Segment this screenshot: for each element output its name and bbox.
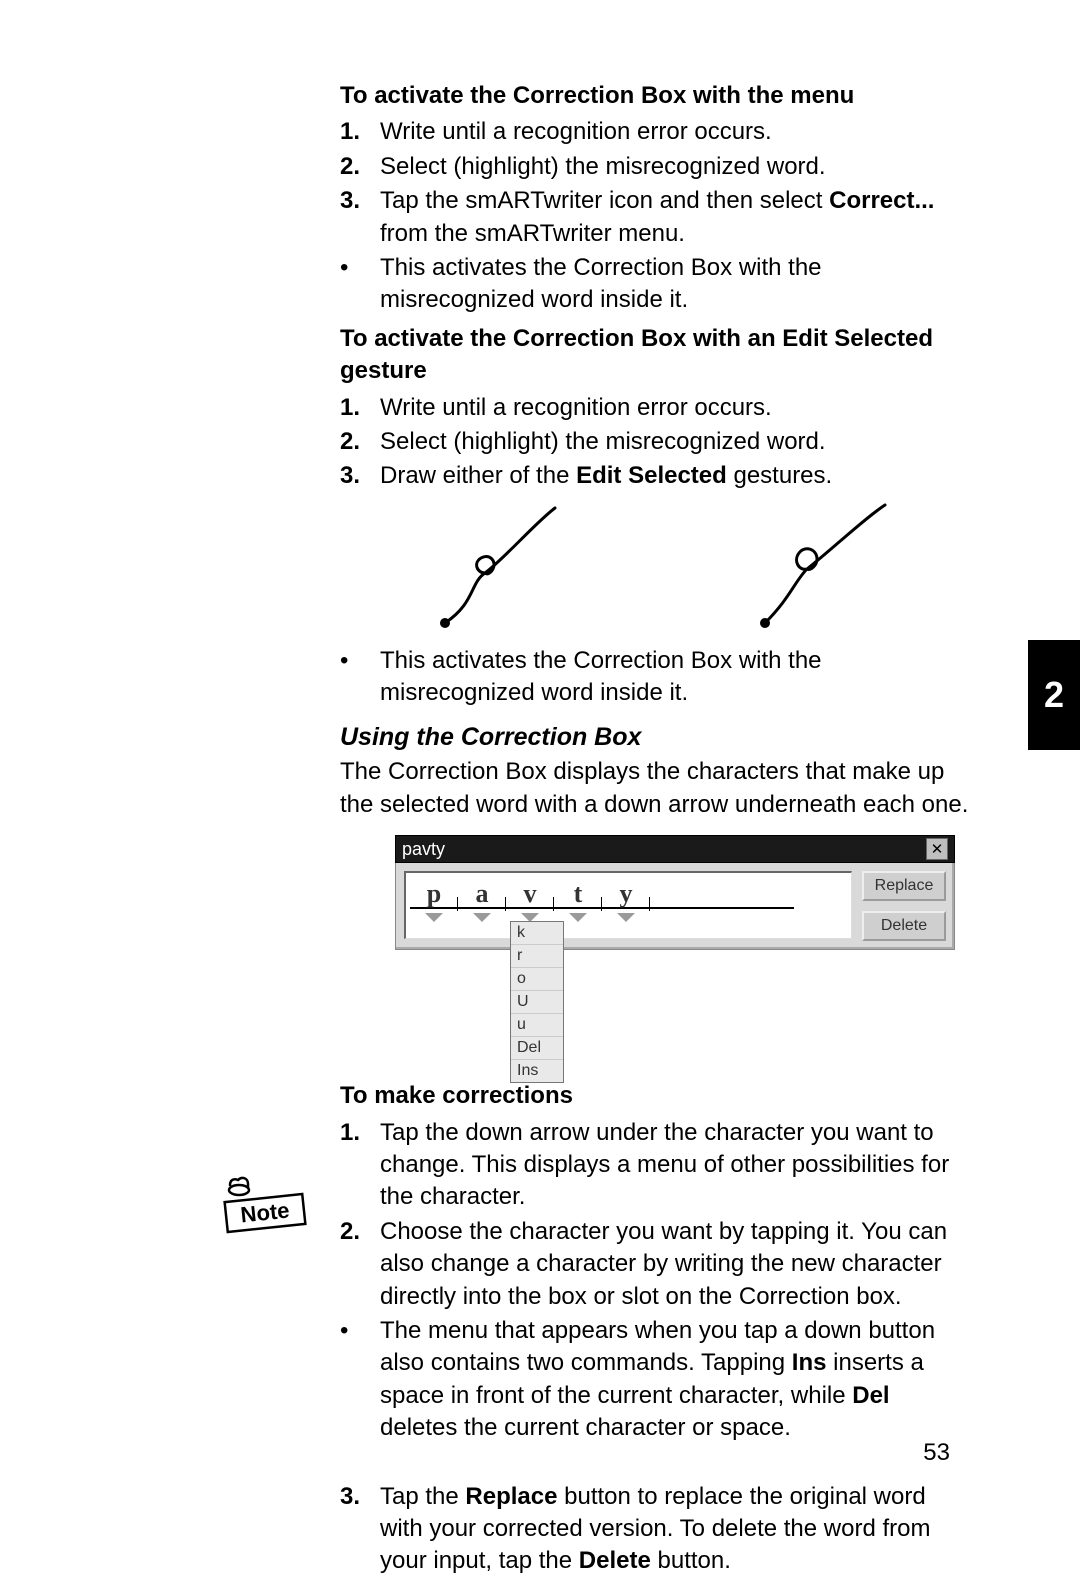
bullet-marker: • bbox=[340, 1315, 380, 1445]
step-text: Draw either of the Edit Selected gesture… bbox=[380, 460, 970, 492]
ordered-list-make-corrections: 1.Tap the down arrow under the character… bbox=[340, 1117, 970, 1445]
bullet-text: This activates the Correction Box with t… bbox=[380, 645, 970, 710]
char-slot[interactable]: t bbox=[554, 879, 602, 922]
step-text: Select (highlight) the misrecognized wor… bbox=[380, 151, 970, 183]
char-slot[interactable]: a bbox=[458, 879, 506, 922]
note-label-text: Note bbox=[239, 1198, 290, 1228]
char-letter: a bbox=[458, 879, 506, 909]
dropdown-option[interactable]: r bbox=[511, 945, 563, 968]
dropdown-option-del[interactable]: Del bbox=[511, 1037, 563, 1060]
list-marker: 3. bbox=[340, 185, 380, 250]
text-fragment: Tap the bbox=[380, 1483, 465, 1510]
char-letter: v bbox=[506, 879, 554, 909]
bullet-after-gesture: •This activates the Correction Box with … bbox=[340, 645, 970, 710]
close-icon[interactable]: ✕ bbox=[926, 838, 948, 860]
note-icon: Note bbox=[220, 1170, 310, 1240]
char-slot-empty[interactable] bbox=[746, 879, 794, 922]
bullet-marker: • bbox=[340, 645, 380, 710]
text-fragment: deletes the current character or space. bbox=[380, 1414, 791, 1441]
dropdown-option-ins[interactable]: Ins bbox=[511, 1060, 563, 1082]
character-area: p a v t bbox=[404, 871, 852, 939]
chevron-down-icon[interactable] bbox=[569, 913, 587, 922]
dropdown-option[interactable]: k bbox=[511, 922, 563, 945]
replace-button[interactable]: Replace bbox=[862, 871, 946, 901]
delete-button[interactable]: Delete bbox=[862, 911, 946, 941]
heading-activate-menu: To activate the Correction Box with the … bbox=[340, 80, 970, 112]
list-marker: 1. bbox=[340, 116, 380, 148]
char-slot-empty[interactable] bbox=[650, 879, 698, 922]
chevron-down-icon[interactable] bbox=[617, 913, 635, 922]
text-fragment: Draw either of the bbox=[380, 462, 576, 489]
bold-ins: Ins bbox=[792, 1349, 827, 1376]
text-fragment: button. bbox=[651, 1547, 731, 1574]
note-text: The menu that appears when you tap a dow… bbox=[380, 1315, 970, 1445]
list-marker: 1. bbox=[340, 392, 380, 424]
ordered-list-step3: 3. Tap the Replace button to replace the… bbox=[340, 1481, 970, 1578]
list-marker: 2. bbox=[340, 151, 380, 183]
dropdown-option[interactable]: U bbox=[511, 991, 563, 1014]
list-marker: 2. bbox=[340, 1216, 380, 1313]
chevron-down-icon[interactable] bbox=[425, 913, 443, 922]
bold-replace: Replace bbox=[465, 1483, 557, 1510]
char-letter: y bbox=[602, 879, 650, 909]
dropdown-option[interactable]: u bbox=[511, 1014, 563, 1037]
text-fragment: Tap the smARTwriter icon and then select bbox=[380, 187, 829, 214]
list-marker: 3. bbox=[340, 1481, 380, 1578]
char-letter: t bbox=[554, 879, 602, 909]
dropdown-option[interactable]: o bbox=[511, 968, 563, 991]
list-marker: 3. bbox=[340, 460, 380, 492]
gesture-illustrations bbox=[340, 503, 970, 633]
char-slot[interactable]: v bbox=[506, 879, 554, 922]
bold-del: Del bbox=[852, 1382, 889, 1409]
char-slot[interactable]: p bbox=[410, 879, 458, 922]
text-fragment: gestures. bbox=[727, 462, 832, 489]
step-text: Write until a recognition error occurs. bbox=[380, 392, 970, 424]
char-slot-empty[interactable] bbox=[698, 879, 746, 922]
gesture-icon-2 bbox=[735, 503, 895, 633]
heading-using-correction-box: Using the Correction Box bbox=[340, 723, 970, 752]
step-text: Tap the Replace button to replace the or… bbox=[380, 1481, 970, 1578]
bullet-marker: • bbox=[340, 252, 380, 317]
correction-box-titlebar: pavty ✕ bbox=[395, 835, 955, 863]
step-text: Write until a recognition error occurs. bbox=[380, 116, 970, 148]
page-number: 53 bbox=[923, 1439, 950, 1467]
bold-delete: Delete bbox=[579, 1547, 651, 1574]
text-fragment: from the smARTwriter menu. bbox=[380, 220, 685, 247]
bullet-text: This activates the Correction Box with t… bbox=[380, 252, 970, 317]
chevron-down-icon[interactable] bbox=[473, 913, 491, 922]
char-letter: p bbox=[410, 879, 458, 909]
intro-paragraph: The Correction Box displays the characte… bbox=[340, 756, 970, 821]
step-text: Tap the down arrow under the character y… bbox=[380, 1117, 970, 1214]
step-text: Select (highlight) the misrecognized wor… bbox=[380, 426, 970, 458]
ordered-list-activate-gesture: 1.Write until a recognition error occurs… bbox=[340, 392, 970, 493]
char-slot[interactable]: y bbox=[602, 879, 650, 922]
bold-correct: Correct... bbox=[829, 187, 934, 214]
char-suggestions-dropdown[interactable]: k r o U u Del Ins bbox=[510, 921, 564, 1083]
step-text: Choose the character you want by tapping… bbox=[380, 1216, 970, 1313]
chapter-tab: 2 bbox=[1028, 640, 1080, 750]
heading-make-corrections: To make corrections bbox=[340, 1080, 970, 1112]
step-text: Tap the smARTwriter icon and then select… bbox=[380, 185, 970, 250]
correction-box-title-text: pavty bbox=[402, 839, 445, 860]
ordered-list-activate-menu: 1.Write until a recognition error occurs… bbox=[340, 116, 970, 316]
list-marker: 2. bbox=[340, 426, 380, 458]
gesture-icon-1 bbox=[415, 503, 575, 633]
list-marker: 1. bbox=[340, 1117, 380, 1214]
heading-activate-gesture: To activate the Correction Box with an E… bbox=[340, 323, 970, 388]
correction-box-figure: pavty ✕ p a v bbox=[395, 835, 970, 950]
bold-edit-selected: Edit Selected bbox=[576, 462, 727, 489]
